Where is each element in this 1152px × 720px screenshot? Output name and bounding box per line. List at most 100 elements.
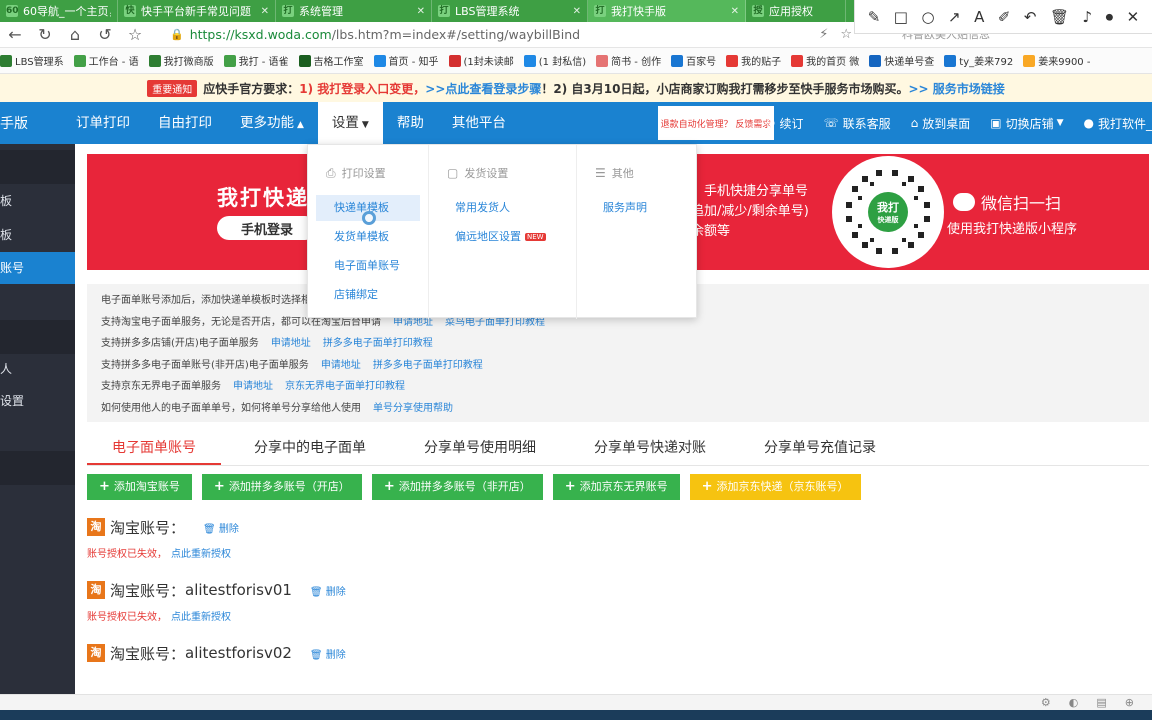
refresh-icon[interactable]: ↻ [30,25,60,44]
delete-account-button[interactable]: 🗑 删除 [203,520,239,535]
nav-order-print[interactable]: 订单打印 [62,102,144,144]
sidebar-item[interactable]: 人 [0,360,75,377]
back-icon[interactable]: ← [0,25,30,44]
text-icon[interactable]: A [974,8,984,26]
switch-shop-button[interactable]: ▣ 切换店铺 ▼ [990,115,1063,132]
sidebar-item[interactable]: 板 [0,192,75,209]
menu-item-invoice-template[interactable]: 发货单模板 [316,224,389,250]
tab-waybill-account[interactable]: 电子面单账号 [87,432,221,465]
account-item: 淘 淘宝账号： alitestforisv02 🗑 删除 [87,641,787,665]
trash-icon[interactable]: 🗑 [1050,8,1069,26]
browser-tab[interactable]: 打系统管理 ✕ [276,0,432,22]
menu-item-remote-area[interactable]: 偏远地区设置 NEW [437,224,546,250]
bookmark-item[interactable]: 首页 - 知乎 [373,53,439,68]
info-link[interactable]: 申请地址 [321,360,361,371]
pen-icon[interactable]: ✎ [868,8,881,26]
rectangle-icon[interactable]: □ [894,8,908,26]
menu-item-shop-binding[interactable]: 店铺绑定 [316,282,378,308]
menu-item-service-statement[interactable]: 服务声明 [585,195,647,221]
bookmark-item[interactable]: 姜来9900 - [1023,53,1090,68]
close-icon[interactable]: ✕ [1127,8,1140,26]
browser-tab-active[interactable]: 打我打快手版 ✕ [588,0,746,22]
user-menu[interactable]: ● 我打软件_ [1084,115,1152,132]
close-icon[interactable]: ✕ [261,6,269,17]
sidebar-item-waybill-account[interactable]: 账号 [0,252,75,284]
add-pdd-shop-button[interactable]: + 添加拼多多账号（开店） [201,474,362,500]
delete-account-button[interactable]: 🗑 删除 [310,646,346,661]
browser-tab[interactable]: 打 LBS管理系统 ✕ [432,0,588,22]
undo-close-icon[interactable]: ↺ [90,25,120,44]
account-name: alitestforisv02 [185,644,292,662]
tab-shared-waybill[interactable]: 分享中的电子面单 [229,432,391,465]
bookmark-item[interactable]: 百家号 [671,53,716,68]
bookmark-item[interactable]: 我的贴子 [726,53,781,68]
renew-button[interactable]: ⊛ 续订 [765,115,803,132]
nav-free-print[interactable]: 自由打印 [144,102,226,144]
browser-tab[interactable]: 快快手平台新手常见问题 ✕ [118,0,276,22]
browser-tab[interactable]: 授应用授权 [746,0,846,22]
bookmark-item[interactable]: 快递单号查 [869,53,934,68]
sidebar-item[interactable]: 板 [0,226,75,243]
speaker-icon[interactable]: ♪ [1083,8,1093,26]
service-market-link[interactable]: >> 服务市场链接 [908,80,1004,97]
nav-settings[interactable]: 设置 ▼ [317,102,383,144]
circle-icon[interactable]: ○ [921,8,934,26]
add-jd-express-button[interactable]: + 添加京东快递（京东账号） [689,474,861,500]
bookmark-item[interactable]: (1封未读邮 [448,53,514,68]
home-icon[interactable]: ⌂ [60,25,90,44]
renew-icon: ⊛ [765,116,776,130]
bookmark-star-icon[interactable]: ☆ [840,27,852,42]
reauthorize-link[interactable]: 点此重新授权 [171,612,231,623]
bookmark-item[interactable]: (1 封私信) [523,53,586,68]
info-link[interactable]: 申请地址 [271,338,311,349]
login-steps-link[interactable]: >>点此查看登录步骤 [425,80,541,97]
phone-login-button[interactable]: 手机登录 [217,216,317,240]
menu-item-common-sender[interactable]: 常用发货人 [437,195,510,221]
info-link[interactable]: 京东无界电子面单打印教程 [285,381,405,392]
status-icon[interactable]: ◐ [1069,696,1079,709]
add-pdd-noshop-button[interactable]: + 添加拼多多账号（非开店） [371,474,543,500]
bookmark-item[interactable]: 工作台 - 语 [73,53,139,68]
bookmark-item[interactable]: 简书 - 创作 [596,53,661,68]
delete-account-button[interactable]: 🗑 删除 [310,583,346,598]
nav-more-features[interactable]: 更多功能 ▲ [226,102,318,144]
tab-shared-recharge[interactable]: 分享单号充值记录 [739,432,901,465]
info-link[interactable]: 拼多多电子面单打印教程 [373,360,483,371]
sidebar-item[interactable]: 设置 [0,392,75,409]
marker-icon[interactable]: ✐ [998,8,1011,26]
tab-shared-reconcile[interactable]: 分享单号快递对账 [569,432,731,465]
contact-support-button[interactable]: ☏ 联系客服 [824,115,891,132]
add-jd-wujie-button[interactable]: + 添加京东无界账号 [552,474,680,500]
browser-tab[interactable]: 6060导航_一个主页，整个世界 [0,0,118,22]
close-icon[interactable]: ✕ [573,6,581,17]
undo-icon[interactable]: ↶ [1024,8,1037,26]
info-link[interactable]: 申请地址 [233,381,273,392]
url-field[interactable]: 🔒 https://ksxd.woda.com/lbs.htm?m=index#… [170,27,580,42]
bookmark-favicon-icon [791,54,804,67]
bookmark-item[interactable]: 我的首页 微 [791,53,859,68]
close-icon[interactable]: ✕ [731,6,739,17]
add-taobao-button[interactable]: + 添加淘宝账号 [87,474,192,500]
bookmark-item[interactable]: ty_姜来792 [944,53,1013,68]
arrow-icon[interactable]: ↗ [948,8,961,26]
microphone-icon[interactable]: ⏺ [1106,8,1114,26]
bookmark-item[interactable]: 吉格工作室 [298,53,364,68]
bookmark-item[interactable]: LBS管理系 [0,53,64,68]
add-to-desktop-button[interactable]: ⌂ 放到桌面 [911,115,971,132]
status-icon[interactable]: ▤ [1096,696,1106,709]
status-icon[interactable]: ⚙ [1041,696,1051,709]
bookmark-item[interactable]: 我打 - 语雀 [223,53,289,68]
status-icon[interactable]: ⊕ [1125,696,1134,709]
close-icon[interactable]: ✕ [417,6,425,17]
tab-shared-usage[interactable]: 分享单号使用明细 [399,432,561,465]
nav-help[interactable]: 帮助 [383,102,438,144]
flash-icon[interactable]: ⚡ [819,27,828,42]
info-link[interactable]: 单号分享使用帮助 [373,403,453,414]
info-link[interactable]: 拼多多电子面单打印教程 [323,338,433,349]
bookmark-favicon-icon [944,54,957,67]
reauthorize-link[interactable]: 点此重新授权 [171,549,231,560]
nav-other-platforms[interactable]: 其他平台 [438,102,520,144]
menu-item-waybill-account[interactable]: 电子面单账号 [316,253,400,279]
bookmark-item[interactable]: 我打微商版 [148,53,214,68]
star-icon[interactable]: ☆ [120,25,150,44]
